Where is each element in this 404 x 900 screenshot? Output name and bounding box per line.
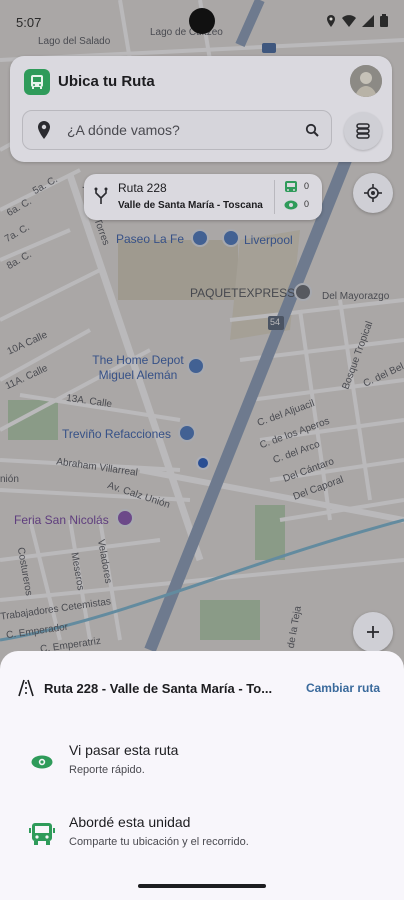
search-icon[interactable] [305,123,319,137]
eye-icon [28,748,56,776]
change-route-button[interactable]: Cambiar ruta [306,681,380,695]
wifi-icon [342,14,356,27]
route-chip-name: Ruta 228 [118,181,167,195]
option-boarded-unit[interactable]: Abordé esta unidad Comparte tu ubicación… [0,808,404,868]
option-seen-route[interactable]: Vi pasar esta ruta Reporte rápido. [0,736,404,796]
search-input[interactable]: ¿A dónde vamos? [22,110,332,150]
crosshair-icon [364,184,382,202]
location-status-icon [327,14,335,27]
option-title: Abordé esta unidad [69,814,191,830]
status-time: 5:07 [16,15,42,30]
home-indicator[interactable] [138,884,266,888]
avatar[interactable] [350,65,382,97]
search-placeholder: ¿A dónde vamos? [67,122,180,138]
bus-icon [28,820,56,848]
bus-logo-icon [24,69,50,95]
status-icons [326,14,388,27]
layers-button[interactable] [344,112,382,150]
plus-icon [367,626,379,638]
seen-count: 0 [304,199,310,209]
eye-icon [284,200,298,210]
bus-count: 0 [304,181,310,191]
divider [274,180,275,214]
route-chip-subtitle: Valle de Santa María - Toscana [118,200,263,211]
location-pin-icon [38,121,50,139]
route-fork-icon [94,187,108,204]
option-subtitle: Reporte rápido. [69,764,145,776]
bus-icon [285,181,297,192]
app-title: Ubica tu Ruta [58,73,155,90]
signal-icon [362,14,374,27]
sheet-route-title: Ruta 228 - Valle de Santa María - To... [44,681,273,696]
my-location-button[interactable] [353,173,393,213]
route-chip[interactable]: Ruta 228 Valle de Santa María - Toscana … [84,174,322,220]
option-title: Vi pasar esta ruta [69,742,179,758]
option-subtitle: Comparte tu ubicación y el recorrido. [69,836,249,848]
header-card: Ubica tu Ruta ¿A dónde vamos? [10,56,392,162]
bottom-sheet: Ruta 228 - Valle de Santa María - To... … [0,651,404,900]
layers-icon [356,123,370,139]
battery-icon [380,14,388,27]
status-bar: 5:07 [0,0,404,44]
add-button[interactable] [353,612,393,652]
camera-cutout [189,8,215,34]
route-road-icon [18,679,34,697]
